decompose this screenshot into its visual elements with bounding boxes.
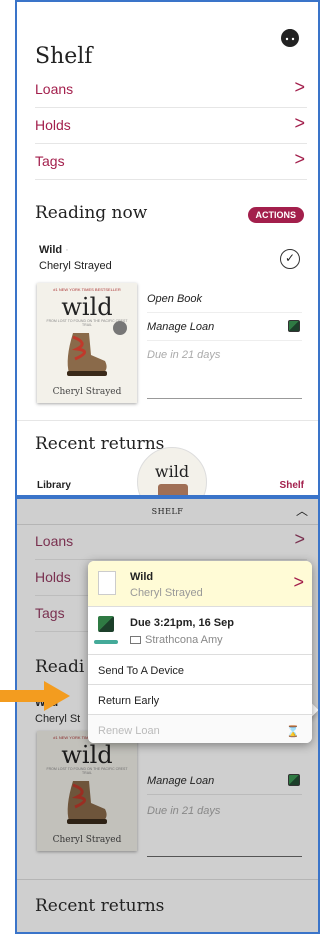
- boot-illustration: [67, 781, 107, 824]
- nav-tags-label: Tags: [35, 605, 65, 621]
- book-author: Cheryl St: [35, 713, 81, 725]
- header-title: SHELF: [151, 507, 184, 516]
- send-to-device-button[interactable]: Send To A Device: [88, 655, 312, 685]
- popover-book-author: Cheryl Strayed: [130, 587, 203, 599]
- nav-tags-label: Tags: [35, 153, 65, 169]
- recent-returns-heading: Recent returns: [35, 434, 165, 454]
- nav-loans-label: Loans: [35, 533, 74, 549]
- chevron-right-icon: >: [294, 113, 305, 133]
- book-author: Cheryl Strayed: [39, 260, 112, 272]
- due-status: Due in 21 days: [147, 797, 302, 857]
- renew-loan-button[interactable]: Renew Loan ⌛: [88, 715, 312, 743]
- chevron-right-icon: >: [294, 529, 305, 549]
- header-bar: SHELF ︿: [17, 499, 318, 525]
- book-title[interactable]: Wild ·: [39, 244, 69, 256]
- shelf-label[interactable]: Shelf: [280, 480, 304, 491]
- cover-tag: #1 NEW YORK TIMES BESTSELLER: [53, 287, 121, 292]
- loan-actions-popover: Wild Cheryl Strayed > Due 3:21pm, 16 Sep…: [88, 561, 312, 743]
- recent-returns-strip: Library Shelf: [17, 464, 318, 495]
- book-thumbnail: [98, 571, 116, 595]
- due-date: Due 3:21pm, 16 Sep: [130, 617, 234, 629]
- library-icon: [288, 774, 300, 786]
- cover-sticker: [113, 321, 127, 335]
- library-card-name: Strathcona Amy: [145, 634, 223, 646]
- shelf-screen-with-popover: SHELF ︿ Loans > Holds Tags Readi Wild Ch…: [15, 497, 320, 934]
- cover-subtitle: FROM LOST TO FOUND ON THE PACIFIC CREST …: [46, 767, 128, 775]
- library-icon: [98, 616, 114, 632]
- divider: [17, 879, 318, 880]
- cover-title: wild: [61, 741, 113, 769]
- manage-loan-option[interactable]: Manage Loan: [147, 767, 302, 795]
- renew-loan-label: Renew Loan: [98, 725, 160, 737]
- actions-button[interactable]: ACTIONS: [247, 207, 304, 223]
- nav-holds-label: Holds: [35, 117, 71, 133]
- cover-author: Cheryl Strayed: [52, 387, 122, 397]
- popover-book-header[interactable]: Wild Cheryl Strayed >: [88, 561, 312, 607]
- nav-loans-label: Loans: [35, 81, 74, 97]
- nav-tags[interactable]: Tags >: [35, 144, 307, 180]
- nav-loans[interactable]: Loans >: [35, 72, 307, 108]
- avatar-icon[interactable]: [278, 24, 302, 48]
- page-title: Shelf: [35, 44, 93, 69]
- library-label[interactable]: Library: [37, 480, 71, 491]
- manage-loan-label: Manage Loan: [147, 775, 215, 787]
- library-icon: [288, 320, 300, 332]
- cover-title: wild: [61, 293, 113, 321]
- manage-loan-option[interactable]: Manage Loan: [147, 313, 302, 341]
- open-book-option[interactable]: Open Book: [147, 285, 302, 313]
- shelf-screen: Shelf Loans > Holds > Tags > Reading now…: [15, 0, 320, 497]
- reading-now-heading: Reading now: [35, 203, 148, 223]
- chevron-right-icon: >: [293, 572, 304, 592]
- nav-loans[interactable]: Loans >: [35, 524, 307, 560]
- manage-loan-label: Manage Loan: [147, 321, 215, 333]
- nav-holds[interactable]: Holds >: [35, 108, 307, 144]
- hourglass-icon: ⌛: [286, 726, 300, 738]
- cover-author: Cheryl Strayed: [52, 835, 122, 845]
- card-icon: [130, 636, 141, 644]
- due-status: Due in 21 days: [147, 341, 302, 399]
- boot-illustration: [67, 333, 107, 376]
- book-separator: ·: [65, 244, 69, 256]
- library-card: Strathcona Amy: [130, 634, 223, 646]
- chevron-right-icon: >: [294, 149, 305, 169]
- check-circle-icon[interactable]: ✓: [280, 249, 300, 269]
- reading-now-heading: Readi: [35, 657, 85, 677]
- chevron-up-icon[interactable]: ︿: [296, 502, 308, 519]
- library-logo: [94, 640, 118, 644]
- book-cover[interactable]: #1 NEW YORK TIMES BESTSELLER wild FROM L…: [37, 731, 137, 851]
- return-early-button[interactable]: Return Early: [88, 685, 312, 715]
- recent-returns-heading: Recent returns: [35, 896, 165, 916]
- popover-due-info: Due 3:21pm, 16 Sep Strathcona Amy: [88, 607, 312, 655]
- book-cover[interactable]: #1 NEW YORK TIMES BESTSELLER wild FROM L…: [37, 283, 137, 403]
- popover-book-title: Wild: [130, 571, 154, 583]
- divider: [17, 420, 318, 421]
- arrow-pointer-icon: [0, 681, 70, 711]
- nav-holds-label: Holds: [35, 569, 71, 585]
- chevron-right-icon: >: [294, 77, 305, 97]
